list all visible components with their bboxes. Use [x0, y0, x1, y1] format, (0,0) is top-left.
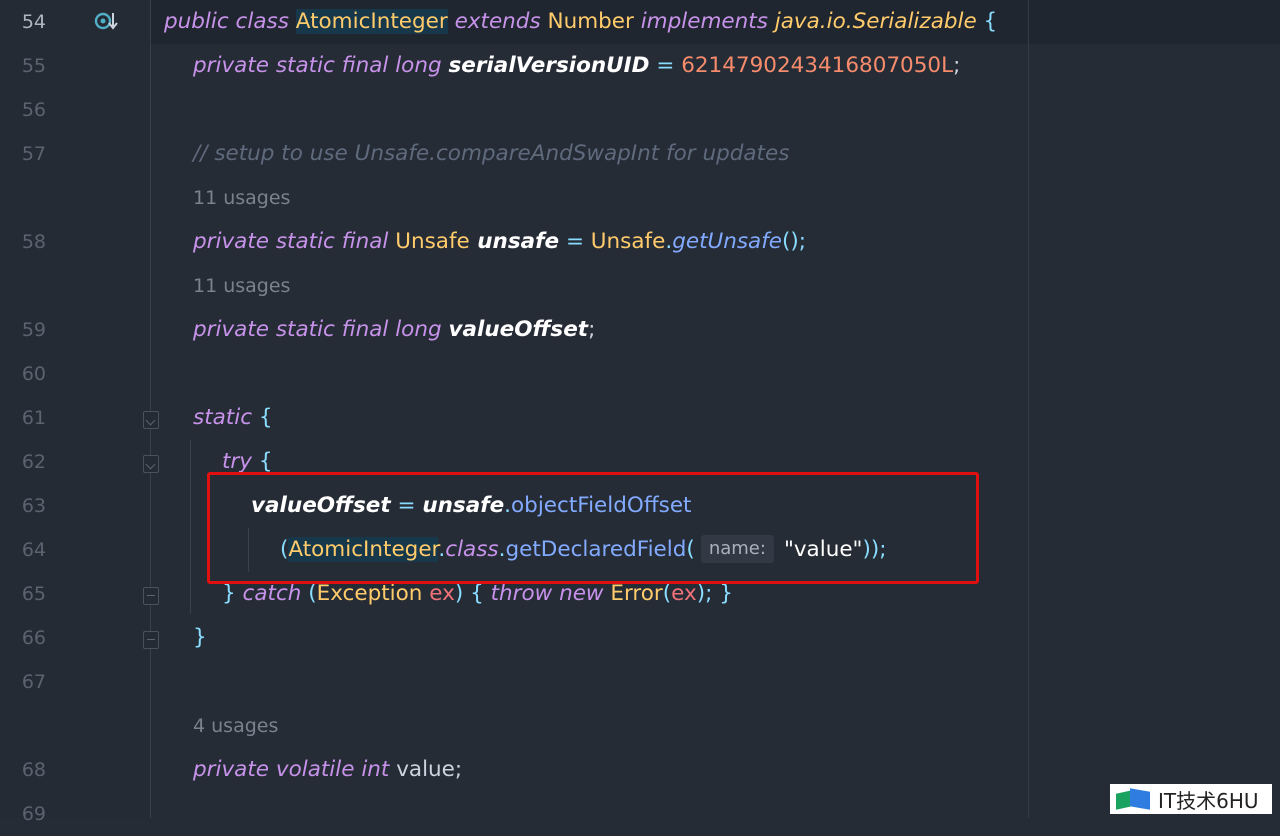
code-line[interactable]: 60 [0, 352, 1280, 396]
code-line[interactable]: 59 private static final long valueOffset… [0, 308, 1280, 352]
code-text[interactable]: } [193, 616, 207, 660]
usages-hint[interactable]: 11 usages [193, 176, 290, 220]
line-number: 58 [21, 231, 46, 253]
code-line[interactable]: 69 [0, 792, 1280, 836]
line-number: 67 [21, 671, 46, 693]
code-text[interactable]: private static final Unsafe unsafe = Uns… [193, 220, 806, 264]
code-text[interactable]: private volatile int value; [193, 748, 462, 792]
line-number: 56 [21, 99, 46, 121]
code-text[interactable]: public class AtomicInteger extends Numbe… [164, 0, 997, 44]
code-text[interactable]: private static final long serialVersionU… [193, 44, 960, 88]
usages-hint[interactable]: 11 usages [193, 264, 290, 308]
line-number: 54 [21, 11, 46, 33]
line-number: 69 [21, 803, 46, 825]
code-text[interactable]: static { [193, 396, 273, 440]
line-number: 57 [21, 143, 46, 165]
watermark-text: IT技术6HU [1158, 788, 1259, 813]
usages-hint[interactable]: 4 usages [193, 704, 278, 748]
line-number: 68 [21, 759, 46, 781]
line-number: 62 [21, 451, 46, 473]
line-number: 61 [21, 407, 46, 429]
code-text[interactable]: private static final long valueOffset; [193, 308, 595, 352]
line-number: 60 [21, 363, 46, 385]
usages-hint-row[interactable]: 11 usages [0, 264, 1280, 308]
code-line[interactable]: 61 static { [0, 396, 1280, 440]
code-line[interactable]: 55 private static final long serialVersi… [0, 44, 1280, 88]
watermark: IT技术6HU [1110, 784, 1272, 814]
code-line[interactable]: 56 [0, 88, 1280, 132]
code-line[interactable]: 58 private static final Unsafe unsafe = … [0, 220, 1280, 264]
line-number: 59 [21, 319, 46, 341]
code-line[interactable]: 68 private volatile int value; [0, 748, 1280, 792]
code-line[interactable]: 57 // setup to use Unsafe.compareAndSwap… [0, 132, 1280, 176]
code-comment[interactable]: // setup to use Unsafe.compareAndSwapInt… [193, 132, 789, 176]
line-number: 55 [21, 55, 46, 77]
line-number: 66 [21, 627, 46, 649]
line-number: 64 [21, 539, 46, 561]
usages-hint-row[interactable]: 4 usages [0, 704, 1280, 748]
code-editor[interactable]: 54 public class AtomicInteger extends Nu… [0, 0, 1280, 825]
code-line[interactable]: 66 } [0, 616, 1280, 660]
line-number: 63 [21, 495, 46, 517]
usages-hint-row[interactable]: 11 usages [0, 176, 1280, 220]
line-number: 65 [21, 583, 46, 605]
watermark-logo-icon [1116, 788, 1152, 810]
code-line[interactable]: 67 [0, 660, 1280, 704]
red-annotation-box [207, 472, 979, 584]
code-line[interactable]: 54 public class AtomicInteger extends Nu… [0, 0, 1280, 44]
